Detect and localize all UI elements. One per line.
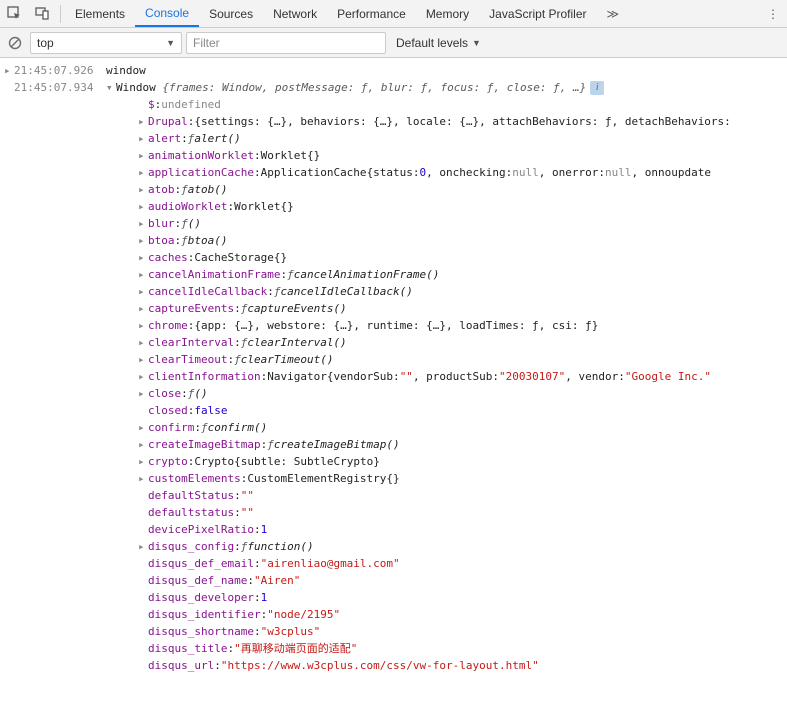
context-value: top	[37, 36, 54, 50]
expand-icon: ▸	[138, 351, 148, 368]
object-prop[interactable]: ▸atob: ƒ atob()	[112, 181, 787, 198]
expand-icon: ▸	[138, 249, 148, 266]
object-prop[interactable]: defaultstatus: ""	[112, 504, 787, 521]
dropdown-icon: ▼	[166, 38, 175, 48]
expand-icon: ▸	[138, 181, 148, 198]
expand-icon: ▸	[138, 334, 148, 351]
expand-icon: ▸	[138, 283, 148, 300]
expand-icon: ▸	[138, 130, 148, 147]
object-prop[interactable]: disqus_shortname: "w3cplus"	[112, 623, 787, 640]
object-prop[interactable]: closed: false	[112, 402, 787, 419]
object-properties: $: undefined ▸Drupal: {settings: {…}, be…	[0, 96, 787, 674]
object-prop[interactable]: ▸confirm: ƒ confirm()	[112, 419, 787, 436]
tab-sources[interactable]: Sources	[199, 0, 263, 27]
expand-icon: ▸	[138, 470, 148, 487]
expand-icon: ▸	[138, 419, 148, 436]
tab-performance[interactable]: Performance	[327, 0, 416, 27]
expand-icon: ▸	[138, 317, 148, 334]
expand-icon: ▸	[138, 198, 148, 215]
object-prop[interactable]: devicePixelRatio: 1	[112, 521, 787, 538]
object-prop[interactable]: ▸customElements: CustomElementRegistry {…	[112, 470, 787, 487]
object-prop[interactable]: ▸crypto: Crypto {subtle: SubtleCrypto}	[112, 453, 787, 470]
log-levels-selector[interactable]: Default levels ▼	[390, 32, 487, 54]
object-prop[interactable]: ▸clearInterval: ƒ clearInterval()	[112, 334, 787, 351]
expand-icon: ▸	[138, 368, 148, 385]
object-prop[interactable]: ▸alert: ƒ alert()	[112, 130, 787, 147]
object-prop[interactable]: ▸animationWorklet: Worklet {}	[112, 147, 787, 164]
object-prop[interactable]: ▸clientInformation: Navigator {vendorSub…	[112, 368, 787, 385]
expand-icon: ▸	[138, 385, 148, 402]
clear-console-icon[interactable]	[4, 32, 26, 54]
filter-placeholder: Filter	[193, 36, 220, 50]
object-prop[interactable]: disqus_def_name: "Airen"	[112, 572, 787, 589]
inspect-element-icon[interactable]	[0, 0, 28, 28]
more-tabs-icon[interactable]: ≫	[597, 7, 630, 21]
log-text: window	[106, 62, 783, 79]
context-selector[interactable]: top ▼	[30, 32, 182, 54]
object-prop[interactable]: ▸btoa: ƒ btoa()	[112, 232, 787, 249]
log-row[interactable]: 21:45:07.934 ▾Window {frames: Window, po…	[0, 79, 787, 96]
object-prop[interactable]: ▸caches: CacheStorage {}	[112, 249, 787, 266]
tab-profiler[interactable]: JavaScript Profiler	[479, 0, 596, 27]
expand-icon: ▸	[138, 113, 148, 130]
expand-icon: ▸	[138, 164, 148, 181]
settings-menu-icon[interactable]: ⋮	[759, 7, 787, 21]
console-subbar: top ▼ Filter Default levels ▼	[0, 28, 787, 58]
object-prop[interactable]: ▸applicationCache: ApplicationCache {sta…	[112, 164, 787, 181]
object-prop[interactable]: ▸captureEvents: ƒ captureEvents()	[112, 300, 787, 317]
object-prop[interactable]: defaultStatus: ""	[112, 487, 787, 504]
expand-icon: ▸	[138, 436, 148, 453]
object-prop[interactable]: disqus_title: "再聊移动端页面的适配"	[112, 640, 787, 657]
collapse-icon[interactable]: ▾	[106, 79, 116, 96]
expand-icon[interactable]: ▸	[4, 62, 14, 79]
object-prop[interactable]: ▸audioWorklet: Worklet {}	[112, 198, 787, 215]
info-icon[interactable]: i	[590, 81, 604, 95]
log-object: ▾Window {frames: Window, postMessage: ƒ,…	[106, 79, 783, 96]
object-prop[interactable]: ▸close: ƒ ()	[112, 385, 787, 402]
expand-icon: ▸	[138, 300, 148, 317]
object-prop[interactable]: ▸chrome: {app: {…}, webstore: {…}, runti…	[112, 317, 787, 334]
expand-icon: ▸	[138, 215, 148, 232]
object-prop[interactable]: ▸Drupal: {settings: {…}, behaviors: {…},…	[112, 113, 787, 130]
console-output: ▸ 21:45:07.926 window 21:45:07.934 ▾Wind…	[0, 58, 787, 674]
expand-icon: ▸	[138, 266, 148, 283]
object-prop[interactable]: disqus_def_email: "airenliao@gmail.com"	[112, 555, 787, 572]
tab-memory[interactable]: Memory	[416, 0, 479, 27]
device-toggle-icon[interactable]	[28, 0, 56, 28]
log-timestamp: 21:45:07.934	[14, 79, 106, 96]
tab-console[interactable]: Console	[135, 0, 199, 27]
object-prop[interactable]: ▸cancelAnimationFrame: ƒ cancelAnimation…	[112, 266, 787, 283]
tab-network[interactable]: Network	[263, 0, 327, 27]
expand-icon: ▸	[138, 538, 148, 555]
object-prop[interactable]: ▸clearTimeout: ƒ clearTimeout()	[112, 351, 787, 368]
object-prop[interactable]: disqus_identifier: "node/2195"	[112, 606, 787, 623]
tab-elements[interactable]: Elements	[65, 0, 135, 27]
log-row[interactable]: ▸ 21:45:07.926 window	[0, 62, 787, 79]
object-prop[interactable]: ▸disqus_config: ƒ function()	[112, 538, 787, 555]
filter-input[interactable]: Filter	[186, 32, 386, 54]
object-prop[interactable]: disqus_url: "https://www.w3cplus.com/css…	[112, 657, 787, 674]
expand-icon: ▸	[138, 232, 148, 249]
expand-icon: ▸	[138, 147, 148, 164]
divider	[60, 5, 61, 23]
dropdown-icon: ▼	[472, 38, 481, 48]
object-prop[interactable]: ▸blur: ƒ ()	[112, 215, 787, 232]
object-prop[interactable]: ▸createImageBitmap: ƒ createImageBitmap(…	[112, 436, 787, 453]
object-prop[interactable]: $: undefined	[112, 96, 787, 113]
panel-tabs: Elements Console Sources Network Perform…	[65, 0, 759, 27]
log-timestamp: 21:45:07.926	[14, 62, 106, 79]
object-prop[interactable]: disqus_developer: 1	[112, 589, 787, 606]
expand-icon: ▸	[138, 453, 148, 470]
expand-icon	[4, 79, 14, 96]
devtools-toolbar: Elements Console Sources Network Perform…	[0, 0, 787, 28]
object-prop[interactable]: ▸cancelIdleCallback: ƒ cancelIdleCallbac…	[112, 283, 787, 300]
levels-label: Default levels	[396, 36, 468, 50]
